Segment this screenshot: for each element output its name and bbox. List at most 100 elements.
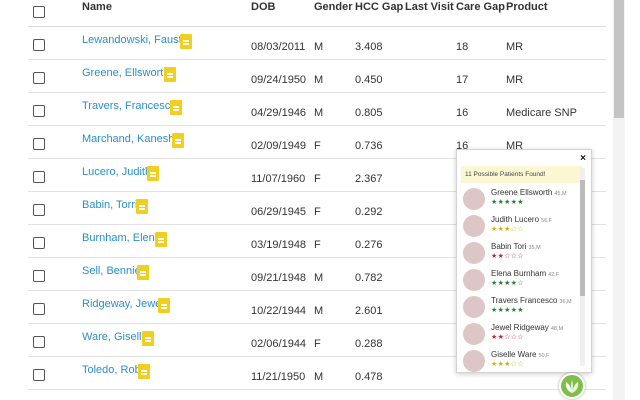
hcc-gap-cell: 0.276 xyxy=(355,239,383,251)
patient-name-link[interactable]: Sell, Bennie xyxy=(82,265,141,277)
care-gap-cell: 17 xyxy=(456,74,469,86)
star-rating: ★★★★★ xyxy=(491,307,524,314)
row-checkbox[interactable] xyxy=(33,105,45,117)
patient-name-link[interactable]: Travers, Francesco xyxy=(82,100,176,112)
column-header-hcc-gap[interactable]: HCC Gap xyxy=(355,1,403,13)
star-rating: ★★☆☆☆ xyxy=(491,334,524,341)
popup-patient-item[interactable]: Giselle Ware 50,F ★★★☆☆ xyxy=(463,348,579,372)
popup-patient-item[interactable]: Jewel Ridgeway 48,M ★★☆☆☆ xyxy=(463,321,579,347)
dob-cell: 02/06/1944 xyxy=(251,338,307,350)
avatar xyxy=(463,269,485,291)
document-icon[interactable] xyxy=(155,232,167,247)
row-checkbox[interactable] xyxy=(33,39,45,51)
popup-patient-item[interactable]: Babin Tori 35,M ★★☆☆☆ xyxy=(463,240,579,266)
patient-name-link[interactable]: Marchand, Kanesha xyxy=(82,133,180,145)
product-cell: MR xyxy=(506,41,524,53)
popup-patient-name: Travers Francesco xyxy=(491,296,558,305)
gender-cell: M xyxy=(314,371,324,383)
row-checkbox[interactable] xyxy=(33,138,45,150)
popup-patient-name: Jewel Ridgeway xyxy=(491,323,549,332)
patient-name-link[interactable]: Toledo, Rob xyxy=(82,364,141,376)
patient-name-link[interactable]: Lewandowski, Fausto xyxy=(82,34,188,46)
row-checkbox[interactable] xyxy=(33,303,45,315)
column-header-product[interactable]: Product xyxy=(506,1,548,13)
avatar xyxy=(463,350,485,372)
row-checkbox[interactable] xyxy=(33,237,45,249)
popup-patient-item[interactable]: Elena Burnham 42,F ★★★★☆ xyxy=(463,267,579,293)
row-checkbox[interactable] xyxy=(33,336,45,348)
document-icon[interactable] xyxy=(172,133,184,148)
popup-patient-name: Babin Tori xyxy=(491,242,527,251)
document-icon[interactable] xyxy=(158,298,170,313)
gender-cell: F xyxy=(314,173,321,185)
product-cell: MR xyxy=(506,74,524,86)
popup-patient-name: Giselle Ware xyxy=(491,350,537,359)
patient-name-link[interactable]: Burnham, Elena xyxy=(82,232,161,244)
popup-patient-name: Judith Lucero xyxy=(491,215,540,224)
popup-patient-name-line: Giselle Ware 50,F xyxy=(491,350,550,359)
gender-cell: F xyxy=(314,338,321,350)
popup-patient-name-line: Jewel Ridgeway 48,M xyxy=(491,323,563,332)
row-checkbox[interactable] xyxy=(33,270,45,282)
popup-patient-name-line: Greene Ellsworth 45,M xyxy=(491,188,567,197)
patient-name-link[interactable]: Babin, Torri xyxy=(82,199,137,211)
patient-name-link[interactable]: Greene, Ellsworth xyxy=(82,67,169,79)
document-icon[interactable] xyxy=(137,265,149,280)
row-checkbox[interactable] xyxy=(33,72,45,84)
document-icon[interactable] xyxy=(147,166,159,181)
star-rating: ★★★★★ xyxy=(491,199,524,206)
table-row[interactable]: Lewandowski, Fausto 08/03/2011 M 3.408 18 MR xyxy=(28,27,606,60)
column-header-care-gap[interactable]: Care Gap xyxy=(456,1,505,13)
care-gap-cell: 18 xyxy=(456,41,469,53)
popup-patient-name-line: Babin Tori 35,M xyxy=(491,242,541,251)
patient-name-link[interactable]: Ridgeway, Jewel xyxy=(82,298,164,310)
table-header: Name DOB Gender HCC Gap Last Visit Care … xyxy=(28,0,606,27)
page-scrollbar-thumb[interactable] xyxy=(614,0,624,118)
patient-name-link[interactable]: Ware, Giselle xyxy=(82,331,148,343)
table-row[interactable]: Greene, Ellsworth 09/24/1950 M 0.450 17 MR xyxy=(28,60,606,93)
hcc-gap-cell: 2.601 xyxy=(355,305,383,317)
care-gap-cell: 16 xyxy=(456,107,469,119)
dob-cell: 06/29/1945 xyxy=(251,206,307,218)
hcc-gap-cell: 0.736 xyxy=(355,140,383,152)
gender-cell: M xyxy=(314,305,324,317)
gender-cell: M xyxy=(314,272,324,284)
avatar xyxy=(463,188,485,210)
patient-list-view: Name DOB Gender HCC Gap Last Visit Care … xyxy=(0,0,640,400)
row-checkbox[interactable] xyxy=(33,369,45,381)
column-header-name[interactable]: Name xyxy=(82,1,112,13)
dob-cell: 03/19/1948 xyxy=(251,239,307,251)
close-icon[interactable]: × xyxy=(580,153,586,164)
document-icon[interactable] xyxy=(142,331,154,346)
popup-patient-item[interactable]: Greene Ellsworth 45,M ★★★★★ xyxy=(463,186,579,212)
table-row[interactable]: Travers, Francesco 04/29/1946 M 0.805 16 Medi… xyxy=(28,93,606,126)
column-header-dob[interactable]: DOB xyxy=(251,1,275,13)
dob-cell: 04/29/1946 xyxy=(251,107,307,119)
page-scrollbar[interactable] xyxy=(613,0,625,400)
popup-patient-meta: 48,M xyxy=(550,326,564,332)
hcc-gap-cell: 0.288 xyxy=(355,338,383,350)
row-checkbox[interactable] xyxy=(33,204,45,216)
document-icon[interactable] xyxy=(164,67,176,82)
document-icon[interactable] xyxy=(170,100,182,115)
patient-name-link[interactable]: Lucero, Judith xyxy=(82,166,151,178)
popup-scrollbar-thumb[interactable] xyxy=(580,180,585,296)
popup-patient-item[interactable]: Travers Francesco 36,M ★★★★★ xyxy=(463,294,579,320)
column-header-gender[interactable]: Gender xyxy=(314,1,353,13)
row-checkbox[interactable] xyxy=(33,171,45,183)
select-all-checkbox[interactable] xyxy=(33,6,45,18)
leaf-logo-icon[interactable] xyxy=(559,373,585,399)
star-rating: ★★★☆☆ xyxy=(491,226,524,233)
avatar xyxy=(463,323,485,345)
column-header-last-visit[interactable]: Last Visit xyxy=(405,1,454,13)
dob-cell: 08/03/2011 xyxy=(251,41,306,53)
popup-scrollbar[interactable] xyxy=(580,168,585,366)
document-icon[interactable] xyxy=(136,199,148,214)
document-icon[interactable] xyxy=(138,364,150,379)
gender-cell: F xyxy=(314,206,321,218)
popup-patient-item[interactable]: Judith Lucero 56,F ★★★☆☆ xyxy=(463,213,579,239)
document-icon[interactable] xyxy=(180,34,192,49)
dob-cell: 09/24/1950 xyxy=(251,74,307,86)
dob-cell: 09/21/1948 xyxy=(251,272,307,284)
popup-patient-meta: 42,F xyxy=(548,272,560,278)
